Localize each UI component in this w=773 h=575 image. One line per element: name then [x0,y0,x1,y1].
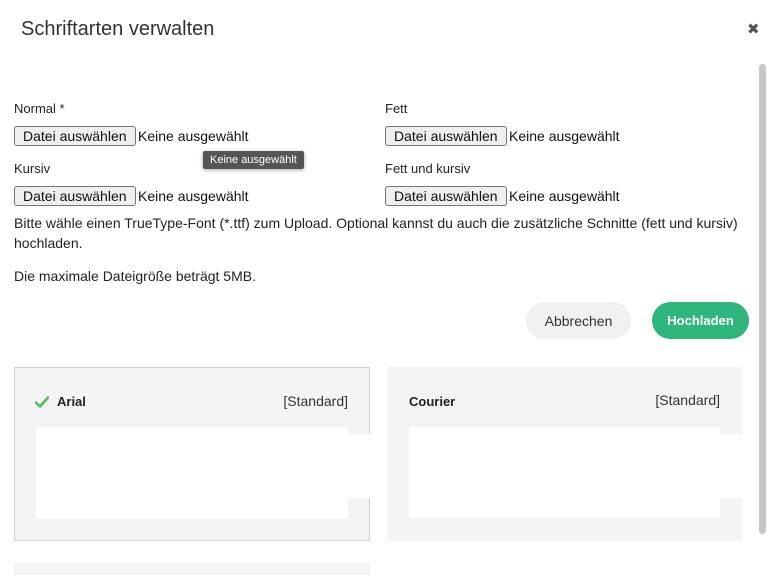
bold-italic-file-button[interactable]: Datei auswählen [385,186,507,206]
scrollbar[interactable] [759,64,766,534]
font-preview [409,427,720,518]
max-size-text: Die maximale Dateigröße beträgt 5MB. [14,268,256,284]
normal-file-status: Keine ausgewählt [138,128,249,144]
bold-italic-file-status: Keine ausgewählt [509,188,620,204]
normal-file-button[interactable]: Datei auswählen [14,126,136,146]
italic-label: Kursiv [14,161,51,176]
font-card-arial[interactable]: Arial [Standard] [14,367,370,541]
font-name: Courier [409,394,456,409]
bold-file-status: Keine ausgewählt [509,128,620,144]
font-name: Arial [57,394,86,409]
font-preview-edge [348,434,370,498]
help-text: Bitte wähle einen TrueType-Font (*.ttf) … [14,215,738,251]
bold-file-button[interactable]: Datei auswählen [385,126,507,146]
font-card-courier[interactable]: Courier [Standard] [387,367,742,541]
italic-file-button[interactable]: Datei auswählen [14,186,136,206]
dialog-title: Schriftarten verwalten [21,18,215,40]
font-default-tag: [Standard] [283,393,348,409]
font-card-next[interactable] [14,563,370,575]
font-preview [36,427,348,519]
cancel-button[interactable]: Abbrechen [526,302,631,339]
checkmark-icon [35,396,49,408]
close-icon[interactable]: ✖ [747,22,760,38]
file-tooltip: Keine ausgewählt [203,151,304,169]
bold-label: Fett [385,101,408,116]
font-preview-edge [720,434,742,498]
italic-file-status: Keine ausgewählt [138,188,249,204]
font-default-tag: [Standard] [655,392,720,408]
bold-italic-label: Fett und kursiv [385,161,471,176]
upload-button[interactable]: Hochladen [652,302,749,339]
normal-label: Normal * [14,101,65,116]
